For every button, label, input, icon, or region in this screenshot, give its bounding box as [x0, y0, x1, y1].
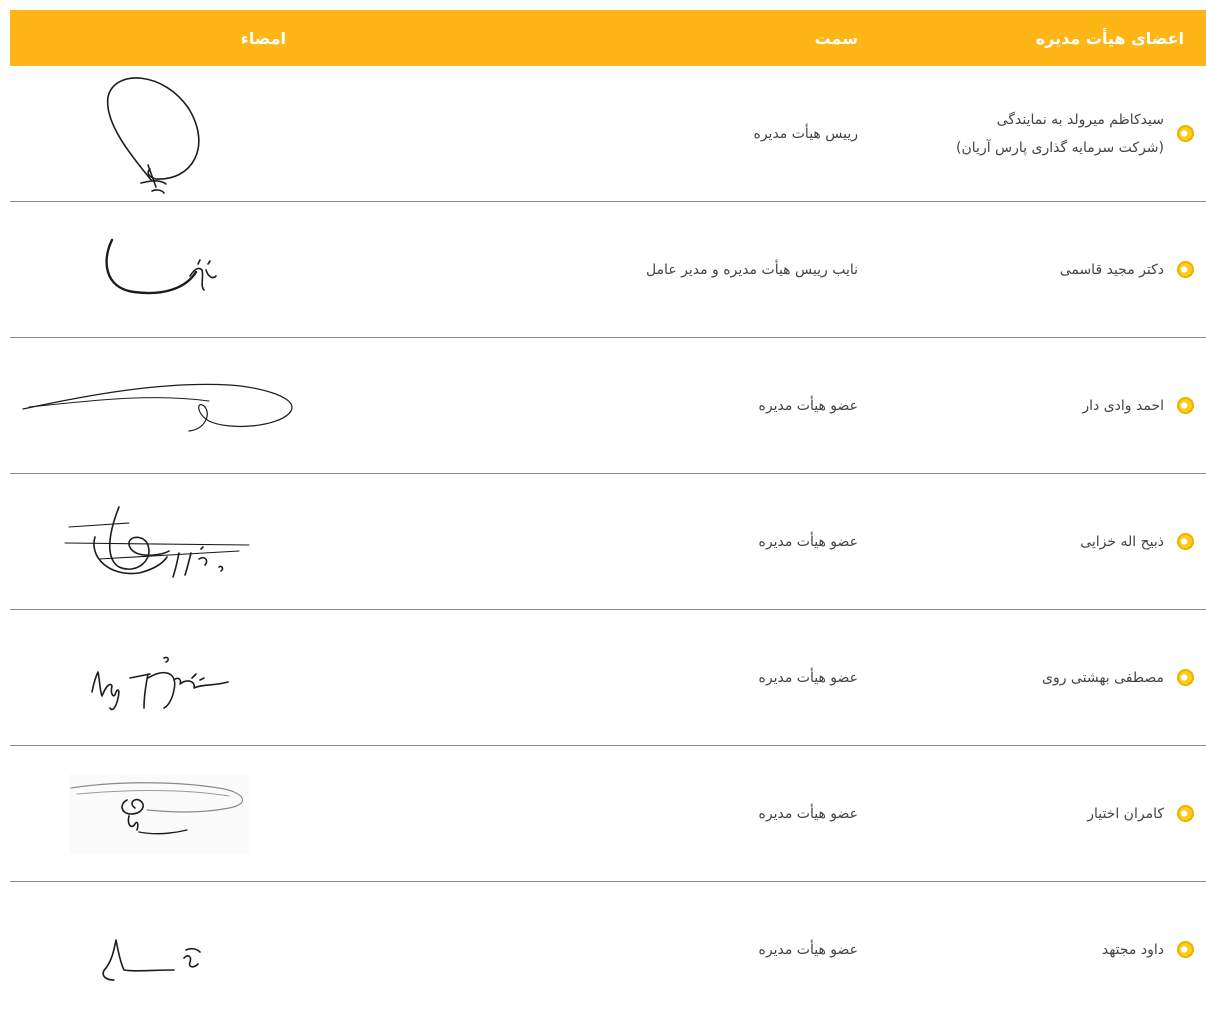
role-cell: عضو هیأت مدیره: [758, 669, 858, 686]
signature-cell: [10, 69, 308, 199]
member-representative: (شرکت سرمایه گذاری پارس آریان): [956, 139, 1164, 156]
member-name: احمد وادی دار: [1082, 397, 1164, 414]
header-role: سمت: [814, 28, 858, 48]
signature-cell: [10, 638, 308, 718]
member-name: ذبیح اله خزایی: [1080, 533, 1164, 550]
table-row: داود مجتهد عضو هیأت مدیره: [10, 882, 1206, 1017]
member-name: سیدکاظم میرولد به نمایندگی: [996, 111, 1164, 128]
table-row: ذبیح اله خزایی عضو هیأت مدیره: [10, 474, 1206, 610]
signature-image: [22, 383, 293, 432]
member-name: کامران اختیار: [1087, 805, 1164, 822]
signature-cell: [10, 371, 308, 441]
signature-image: [106, 76, 200, 194]
role-cell: رییس هیأت مدیره: [753, 125, 859, 142]
member-name: داود مجتهد: [1101, 941, 1164, 958]
signature-image: [69, 773, 249, 854]
signature-cell: [10, 497, 308, 587]
bullet-circle-icon: [1177, 533, 1194, 550]
role-cell: عضو هیأت مدیره: [758, 941, 858, 958]
signature-cell: [10, 910, 308, 990]
table-row: دکتر مجید قاسمی نایب رییس هیأت مدیره و م…: [10, 202, 1206, 338]
role-cell: عضو هیأت مدیره: [758, 805, 858, 822]
member-cell: داود مجتهد: [906, 936, 1206, 964]
table-row: احمد وادی دار عضو هیأت مدیره: [10, 338, 1206, 474]
bullet-circle-icon: [1177, 941, 1194, 958]
table-header: اعضای هیأت مدیره سمت امضاء: [10, 10, 1206, 66]
role-cell: عضو هیأت مدیره: [758, 397, 858, 414]
board-members-table: اعضای هیأت مدیره سمت امضاء سیدکاظم میرول…: [10, 10, 1206, 1017]
bullet-circle-icon: [1177, 125, 1194, 142]
signature-cell: [10, 773, 308, 854]
table-row: مصطفی بهشتی روی عضو هیأت مدیره: [10, 610, 1206, 746]
bullet-circle-icon: [1177, 261, 1194, 278]
signature-cell: [10, 230, 308, 310]
member-name: دکتر مجید قاسمی: [1059, 261, 1164, 278]
member-cell: کامران اختیار: [906, 800, 1206, 828]
member-cell: دکتر مجید قاسمی: [906, 256, 1206, 284]
bullet-circle-icon: [1177, 805, 1194, 822]
signature-image: [64, 505, 250, 578]
signature-image: [91, 656, 229, 710]
signature-image: [105, 238, 217, 294]
table-row: کامران اختیار عضو هیأت مدیره: [10, 746, 1206, 882]
role-cell: عضو هیأت مدیره: [758, 533, 858, 550]
member-cell: سیدکاظم میرولد به نمایندگی (شرکت سرمایه …: [906, 106, 1206, 162]
member-cell: مصطفی بهشتی روی: [906, 664, 1206, 692]
member-name: مصطفی بهشتی روی: [1042, 669, 1164, 686]
table-row: سیدکاظم میرولد به نمایندگی (شرکت سرمایه …: [10, 66, 1206, 202]
bullet-circle-icon: [1177, 397, 1194, 414]
signature-image: [102, 938, 201, 981]
member-cell: احمد وادی دار: [906, 392, 1206, 420]
role-cell: نایب رییس هیأت مدیره و مدیر عامل: [645, 261, 858, 278]
member-cell: ذبیح اله خزایی: [906, 528, 1206, 556]
bullet-circle-icon: [1177, 669, 1194, 686]
header-signature: امضاء: [240, 28, 286, 48]
header-member: اعضای هیأت مدیره: [1035, 28, 1184, 48]
